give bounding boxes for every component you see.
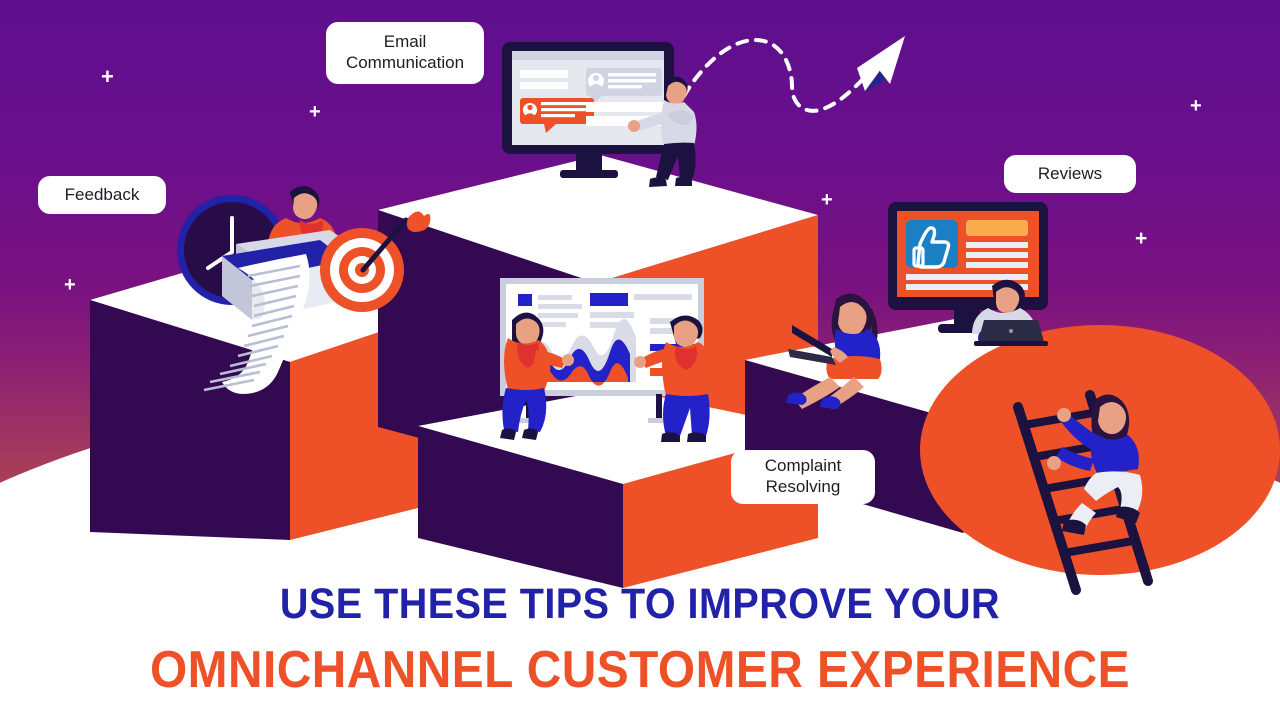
feedback-scene bbox=[160, 172, 431, 407]
reviews-monitor-scene bbox=[888, 202, 1063, 347]
label-reviews[interactable]: Reviews bbox=[1004, 155, 1136, 193]
woman-laptop-scene bbox=[778, 285, 898, 409]
plus-decor-icon: + bbox=[309, 101, 321, 123]
email-monitor-scene bbox=[498, 42, 713, 202]
label-complaint-resolving[interactable]: Complaint Resolving bbox=[731, 450, 875, 504]
infographic-canvas: + + + + + + Email Communication Feedback… bbox=[0, 0, 1280, 720]
plus-decor-icon: + bbox=[1190, 95, 1202, 117]
label-email-communication[interactable]: Email Communication bbox=[326, 22, 484, 84]
plus-decor-icon: + bbox=[64, 274, 76, 296]
ladder-climber-scene bbox=[1000, 385, 1175, 600]
paper-plane-scene bbox=[680, 18, 920, 128]
headline-line-2: OMNICHANNEL CUSTOMER EXPERIENCE bbox=[149, 641, 1131, 699]
plus-decor-icon: + bbox=[821, 189, 833, 211]
headline-line-1: USE THESE TIPS TO IMPROVE YOUR bbox=[279, 580, 1001, 628]
plus-decor-icon: + bbox=[1135, 227, 1148, 250]
dashboard-presentation-scene bbox=[484, 276, 734, 446]
label-feedback[interactable]: Feedback bbox=[38, 176, 166, 214]
plus-decor-icon: + bbox=[101, 64, 114, 89]
